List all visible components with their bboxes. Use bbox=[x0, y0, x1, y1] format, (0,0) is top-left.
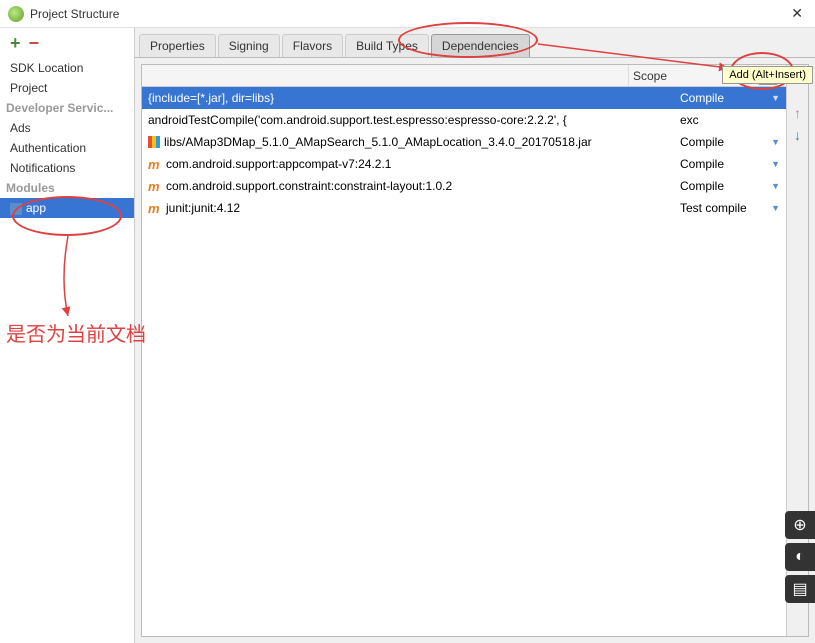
search-bubble-icon[interactable]: ◐ bbox=[785, 543, 815, 571]
content-area: Properties Signing Flavors Build Types D… bbox=[135, 28, 815, 643]
dep-name: libs/AMap3DMap_5.1.0_AMapSearch_5.1.0_AM… bbox=[164, 135, 592, 149]
dep-scope[interactable]: exc bbox=[680, 113, 699, 127]
add-tooltip: Add (Alt+Insert) bbox=[722, 66, 813, 84]
sidebar-item-project[interactable]: Project bbox=[0, 78, 134, 98]
dep-name: com.android.support:appcompat-v7:24.2.1 bbox=[166, 157, 391, 171]
table-row[interactable]: androidTestCompile('com.android.support.… bbox=[142, 109, 786, 131]
sidebar-item-app[interactable]: app bbox=[0, 198, 134, 218]
dep-scope[interactable]: Compile bbox=[680, 135, 724, 149]
sidebar-item-authentication[interactable]: Authentication bbox=[0, 138, 134, 158]
close-icon[interactable]: ✕ bbox=[787, 5, 807, 22]
table-row[interactable]: m junit:junit:4.12 Test compile ▼ bbox=[142, 197, 786, 219]
sidebar-item-ads[interactable]: Ads bbox=[0, 118, 134, 138]
maven-icon: m bbox=[148, 201, 162, 216]
module-icon bbox=[10, 203, 22, 215]
dep-scope[interactable]: Test compile bbox=[680, 201, 747, 215]
dep-name: {include=[*.jar], dir=libs} bbox=[148, 91, 274, 105]
chevron-down-icon[interactable]: ▼ bbox=[771, 93, 780, 103]
tab-properties[interactable]: Properties bbox=[139, 34, 216, 57]
maven-icon: m bbox=[148, 157, 162, 172]
chevron-down-icon[interactable]: ▼ bbox=[771, 137, 780, 147]
table-row[interactable]: libs/AMap3DMap_5.1.0_AMapSearch_5.1.0_AM… bbox=[142, 131, 786, 153]
column-name bbox=[142, 65, 628, 86]
sidebar-heading-developer-services: Developer Servic... bbox=[0, 98, 134, 118]
zoom-in-icon[interactable]: ⊕ bbox=[785, 511, 815, 539]
toolbox-icon[interactable]: ▤ bbox=[785, 575, 815, 603]
dep-name: com.android.support.constraint:constrain… bbox=[166, 179, 452, 193]
tab-signing[interactable]: Signing bbox=[218, 34, 280, 57]
move-down-icon[interactable]: ↓ bbox=[794, 127, 801, 143]
floating-icons: ⊕ ◐ ▤ bbox=[785, 511, 815, 603]
dependencies-rows: {include=[*.jar], dir=libs} Compile ▼ and… bbox=[142, 87, 786, 636]
jar-icon bbox=[148, 136, 160, 148]
sidebar-item-notifications[interactable]: Notifications bbox=[0, 158, 134, 178]
tabs: Properties Signing Flavors Build Types D… bbox=[135, 28, 815, 58]
app-logo-icon bbox=[8, 6, 24, 22]
dep-name: androidTestCompile('com.android.support.… bbox=[148, 113, 567, 127]
sidebar-heading-modules: Modules bbox=[0, 178, 134, 198]
sidebar-toolbar: + − bbox=[0, 28, 134, 58]
table-row[interactable]: {include=[*.jar], dir=libs} Compile ▼ bbox=[142, 87, 786, 109]
maven-icon: m bbox=[148, 179, 162, 194]
move-up-icon[interactable]: ↑ bbox=[794, 105, 801, 121]
dep-scope[interactable]: Compile bbox=[680, 157, 724, 171]
title-bar: Project Structure ✕ bbox=[0, 0, 815, 28]
table-row[interactable]: m com.android.support:appcompat-v7:24.2.1… bbox=[142, 153, 786, 175]
dependencies-panel: Scope + {include=[*.jar], dir=libs} Comp… bbox=[141, 64, 809, 637]
tab-dependencies[interactable]: Dependencies bbox=[431, 34, 530, 57]
dep-scope[interactable]: Compile bbox=[680, 179, 724, 193]
dep-name: junit:junit:4.12 bbox=[166, 201, 240, 215]
chevron-down-icon[interactable]: ▼ bbox=[771, 203, 780, 213]
chevron-down-icon[interactable]: ▼ bbox=[771, 159, 780, 169]
add-module-icon[interactable]: + bbox=[10, 33, 21, 54]
sidebar: + − SDK Location Project Developer Servi… bbox=[0, 28, 135, 643]
tab-flavors[interactable]: Flavors bbox=[282, 34, 343, 57]
dependencies-header: Scope + bbox=[142, 65, 786, 87]
tab-build-types[interactable]: Build Types bbox=[345, 34, 429, 57]
sidebar-list: SDK Location Project Developer Servic...… bbox=[0, 58, 134, 643]
dep-scope[interactable]: Compile bbox=[680, 91, 724, 105]
sidebar-item-sdk-location[interactable]: SDK Location bbox=[0, 58, 134, 78]
table-row[interactable]: m com.android.support.constraint:constrai… bbox=[142, 175, 786, 197]
remove-module-icon[interactable]: − bbox=[29, 33, 40, 54]
module-label: app bbox=[26, 201, 46, 215]
chevron-down-icon[interactable]: ▼ bbox=[771, 181, 780, 191]
dependencies-table: Scope + {include=[*.jar], dir=libs} Comp… bbox=[142, 65, 786, 636]
window-title: Project Structure bbox=[30, 7, 787, 21]
